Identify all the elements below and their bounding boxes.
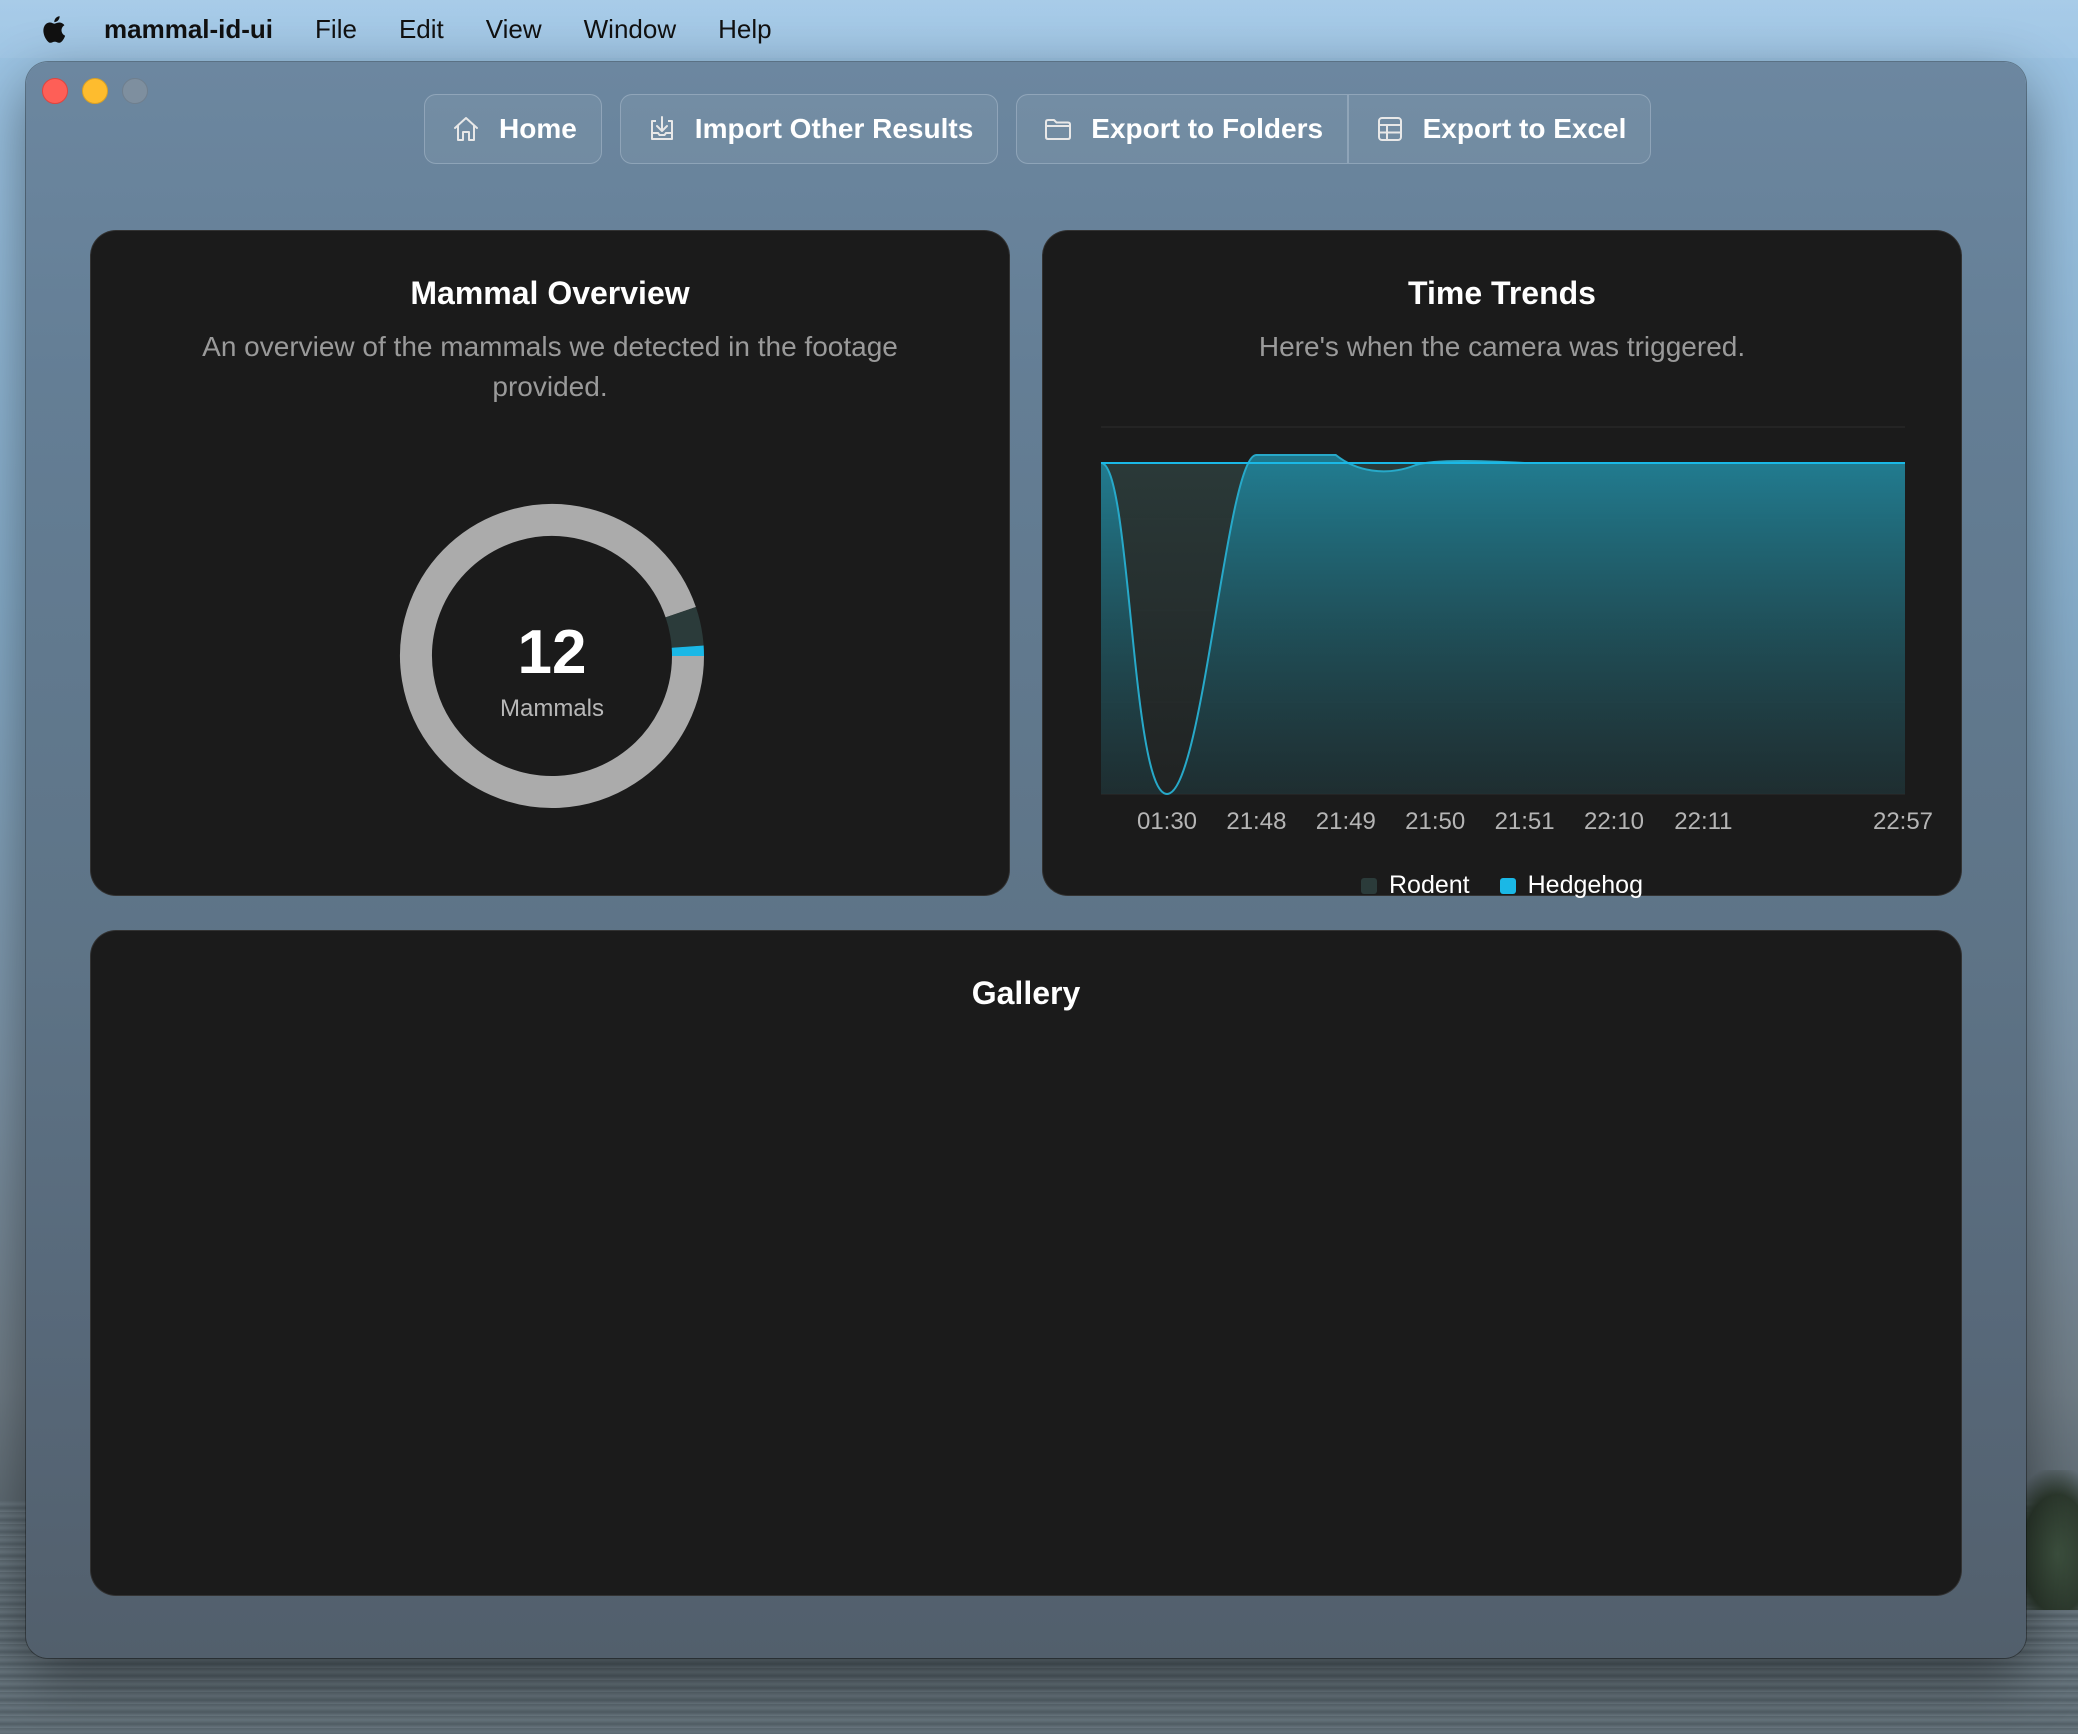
home-button-label: Home [499,113,577,144]
legend-swatch-hedgehog [1499,877,1516,894]
menu-help[interactable]: Help [718,14,771,45]
overview-title: Mammal Overview [410,275,690,311]
tray-download-icon [650,116,673,140]
zoom-button[interactable] [122,78,148,104]
home-button[interactable]: Home [424,94,602,164]
mammal-count-label: Mammals [499,695,604,722]
export-button-group: Export to Folders Export to Excel [1016,94,1652,164]
time-trends-card: Time Trends Here's when the camera was t… [1042,230,1962,899]
export-folders-button[interactable]: Export to Folders [1017,95,1347,163]
donut-chart: 12 Mammals [399,503,705,809]
export-excel-label: Export to Excel [1422,113,1627,144]
x-tick-label: 22:57 [1873,808,1933,835]
overview-subtitle-line-2: provided. [492,371,608,402]
house-icon [454,117,478,141]
export-excel-button[interactable]: Export to Excel [1349,95,1651,163]
x-tick-label: 22:10 [1584,808,1644,835]
time-trend-chart: 01:30 21:48 21:49 21:50 21:51 22:10 22:11 22:57 [1100,426,1933,835]
menu-view[interactable]: View [486,14,542,45]
x-tick-label: 21:48 [1226,808,1286,835]
minimize-button[interactable] [82,78,108,104]
window-controls [42,78,148,104]
table-grid-icon [1377,117,1402,141]
legend-swatch-rodent [1360,877,1377,894]
apple-icon[interactable] [40,12,70,46]
export-folders-label: Export to Folders [1091,113,1324,144]
donut-center: 12 Mammals [399,503,705,809]
x-tick-label: 22:11 [1674,808,1732,835]
legend-item-hedgehog: Hedgehog [1499,871,1643,900]
import-results-label: Import Other Results [694,113,974,144]
gallery-card: Gallery [90,930,1962,1596]
x-tick-label: 21:50 [1405,808,1465,835]
app-window: Home Import Other Results Export to Fold… [26,62,2026,1658]
overview-subtitle-line-1: An overview of the mammals we detected i… [202,331,898,362]
toolbar: Home Import Other Results Export to Fold… [424,94,1652,164]
mammal-count: 12 [517,618,587,687]
legend-item-rodent: Rodent [1360,871,1470,900]
import-results-button[interactable]: Import Other Results [619,94,999,164]
folder-icon [1045,119,1072,140]
menu-edit[interactable]: Edit [399,14,444,45]
x-tick-label: 21:51 [1495,808,1555,835]
overview-subtitle: An overview of the mammals we detected i… [171,327,929,407]
menu-window[interactable]: Window [584,14,676,45]
menu-file[interactable]: File [315,14,357,45]
close-button[interactable] [42,78,68,104]
mammal-overview-card: Mammal Overview An overview of the mamma… [90,230,1010,896]
legend-label-rodent: Rodent [1388,871,1470,899]
x-tick-label: 01:30 [1137,808,1197,835]
chart-legend: Rodent Hedgehog [1043,871,1961,900]
menu-app-name[interactable]: mammal-id-ui [104,14,273,45]
gallery-title: Gallery [971,975,1081,1011]
legend-label-hedgehog: Hedgehog [1527,871,1643,899]
menu-bar: mammal-id-ui File Edit View Window Help [0,0,2078,58]
x-tick-label: 21:49 [1316,808,1376,835]
